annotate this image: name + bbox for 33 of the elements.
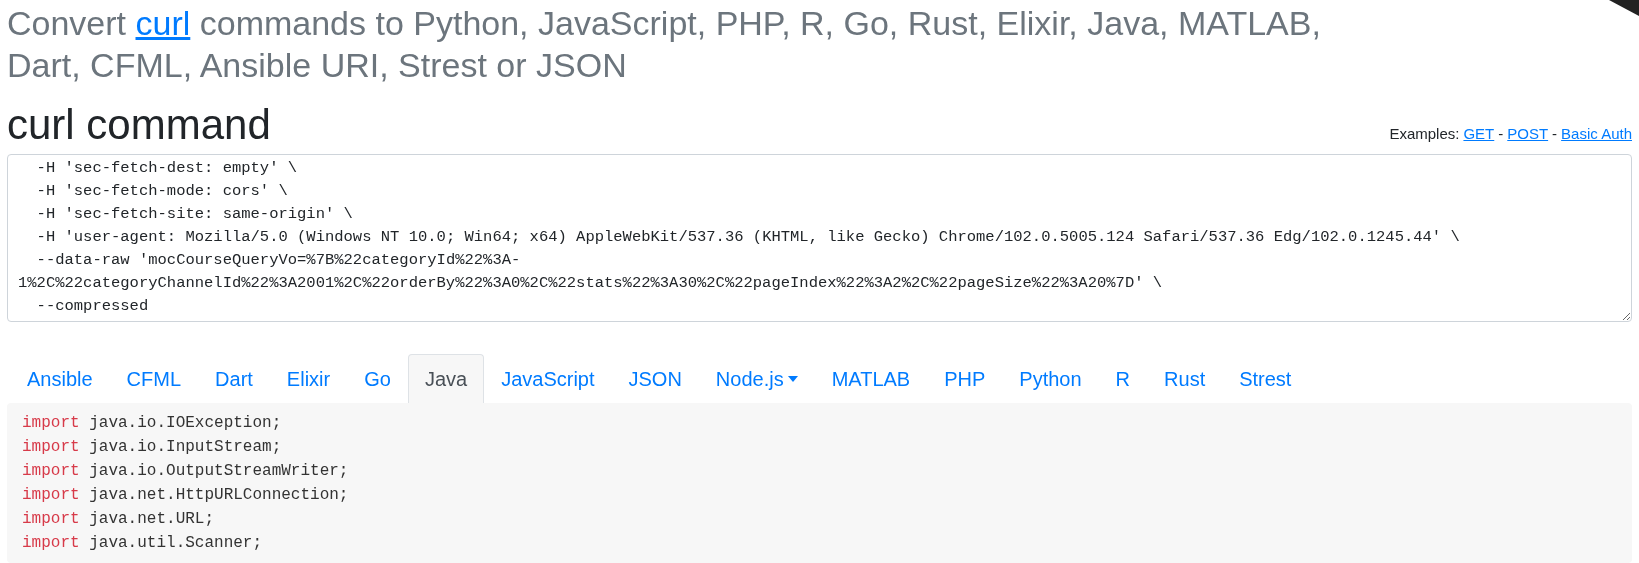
language-tab[interactable]: JSON <box>611 354 699 403</box>
language-tab[interactable]: Java <box>407 354 485 403</box>
language-tab[interactable]: Dart <box>198 354 270 403</box>
separator-dash: - <box>1498 125 1504 142</box>
code-line: import java.net.URL; <box>22 509 216 530</box>
code-line: import java.io.IOException; <box>22 413 283 434</box>
language-tab[interactable]: R <box>1098 354 1148 403</box>
caret-icon <box>787 376 798 382</box>
language-tab[interactable]: JavaScript <box>484 354 612 403</box>
code-line: import java.io.OutputStreamWriter; <box>22 461 350 482</box>
language-tab[interactable]: Elixir <box>269 354 348 403</box>
language-tab[interactable]: PHP <box>927 354 1003 403</box>
separator-dash: - <box>1552 125 1558 142</box>
section-heading: curl command <box>7 102 271 148</box>
examples-label: Examples: <box>1389 125 1460 142</box>
example-link[interactable]: POST <box>1507 125 1549 142</box>
language-tab[interactable]: MATLAB <box>814 354 928 403</box>
corner-ribbon-icon[interactable] <box>1609 0 1639 16</box>
example-link[interactable]: Basic Auth <box>1561 125 1632 142</box>
code-line: import java.net.HttpURLConnection; <box>22 485 350 506</box>
page-title: Convert curl commands to Python, JavaScript, PHP, R, Go, Rust, Elixir, Java, MATLAB, Dart, CFML, Ansible URI, Strest or JSON <box>7 3 1322 86</box>
example-link[interactable]: GET <box>1463 125 1495 142</box>
language-tab[interactable]: Python <box>1002 354 1099 403</box>
code-line: import java.util.Scanner; <box>22 533 264 554</box>
language-tab[interactable]: Node.js <box>698 354 815 403</box>
language-tab[interactable]: Ansible <box>10 354 110 403</box>
language-tab[interactable]: CFML <box>109 354 199 403</box>
language-tab[interactable]: Strest <box>1222 354 1309 403</box>
curl-input-field[interactable]: -H 'sec-fetch-dest: empty' \ -H 'sec-fetch-mode: cors' \ -H 'sec-fetch-site: same-origin' \ -H 'user-agent: Mozilla/5.0 (Windows NT 10.0; Win64; x64) AppleWebKit/537.36 (KHTML, like Gecko) Chrome/102.0.5005.124 Safari/537.36 Edg/102.0.1245.44' \ --data-raw 'mocCourseQueryVo=%7B%22categoryId%22%3A-1%2C%22categoryChannelId%22%3A2001%2C%22orderBy%22%3A0%2C%22stats%22%3A30%2C%22pageIndex%22%3A2%2C%22pageSize%22%3A20%7D' \ --compressed <box>7 154 1632 322</box>
code-line: import java.io.InputStream; <box>22 437 283 458</box>
curl-link[interactable]: curl <box>135 4 191 42</box>
language-tab[interactable]: Go <box>347 354 408 403</box>
language-tab[interactable]: Rust <box>1147 354 1223 403</box>
